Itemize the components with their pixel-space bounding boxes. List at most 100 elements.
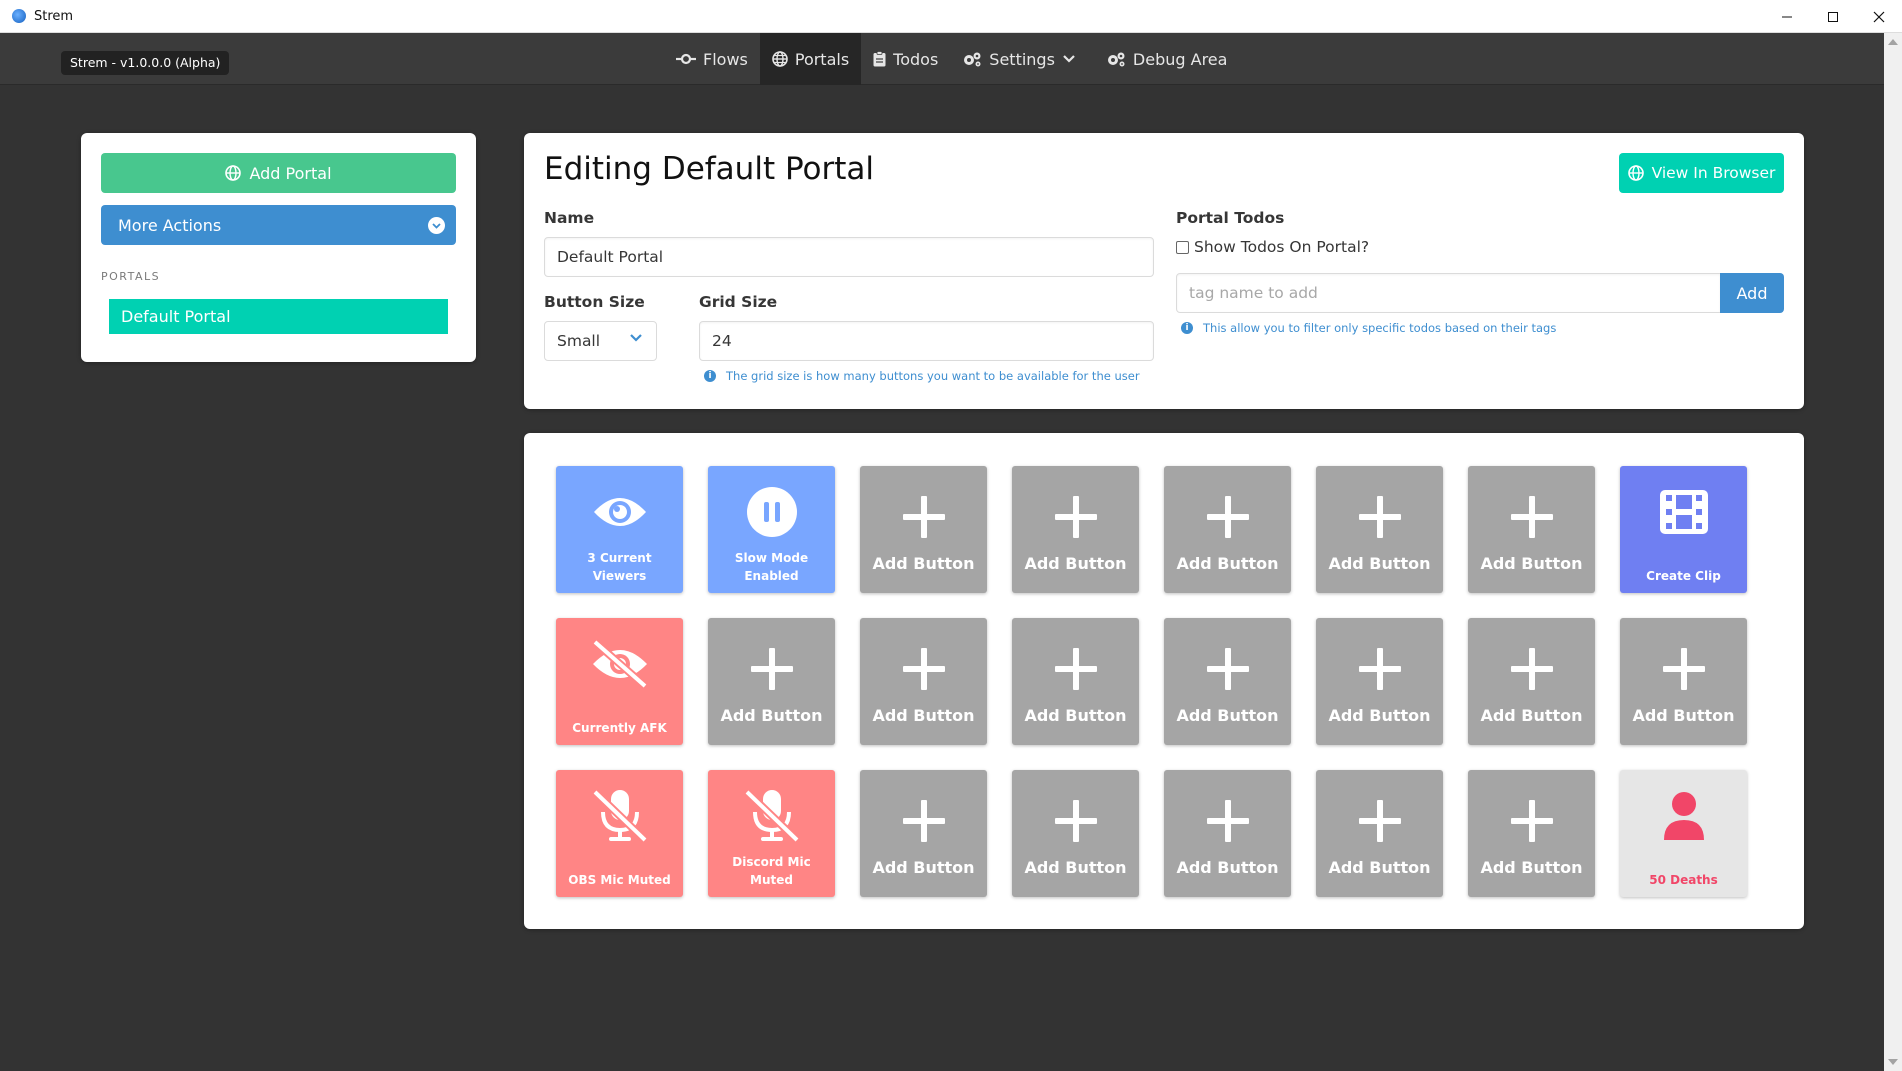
nav-item-settings[interactable]: Settings xyxy=(950,33,1094,85)
portal-button-grid: 3 Current Viewers Slow Mode Enabled Add Bu… xyxy=(524,433,1804,929)
vertical-scrollbar[interactable] xyxy=(1884,33,1902,1071)
view-in-browser-button[interactable]: View In Browser xyxy=(1619,153,1784,193)
plus-icon xyxy=(1662,648,1705,694)
nav-item-debug-area[interactable]: Debug Area xyxy=(1094,33,1240,85)
tile-label: Add Button xyxy=(1176,554,1279,573)
tile-label: Add Button xyxy=(1480,858,1583,877)
plus-icon xyxy=(1206,648,1249,694)
plus-icon xyxy=(750,648,793,694)
tile-label: Slow Mode Enabled xyxy=(734,551,809,583)
info-icon: i xyxy=(1181,322,1193,334)
user-icon xyxy=(1662,790,1706,842)
portal-button-tile[interactable]: 50 Deaths xyxy=(1620,770,1747,897)
tile-label: Add Button xyxy=(872,554,975,573)
add-button-tile[interactable]: Add Button xyxy=(1620,618,1747,745)
grid-size-label: Grid Size xyxy=(699,293,778,311)
maximize-icon xyxy=(1828,11,1838,22)
tag-help-text: This allow you to filter only specific t… xyxy=(1203,321,1557,335)
add-button-tile[interactable]: Add Button xyxy=(860,466,987,593)
add-button-tile[interactable]: Add Button xyxy=(1012,466,1139,593)
plus-icon xyxy=(1510,648,1553,694)
minimize-icon xyxy=(1782,16,1792,17)
button-size-select[interactable]: Small xyxy=(544,321,657,361)
plus-icon xyxy=(1206,496,1249,542)
nav-item-label: Debug Area xyxy=(1132,49,1228,69)
add-button-tile[interactable]: Add Button xyxy=(1316,618,1443,745)
nav-item-label: Settings xyxy=(989,49,1055,69)
tile-label: Add Button xyxy=(1328,706,1431,725)
tile-label: Discord Mic Muted xyxy=(732,855,811,887)
add-button-tile[interactable]: Add Button xyxy=(860,618,987,745)
plus-icon xyxy=(902,496,945,542)
nav-item-portals[interactable]: Portals xyxy=(759,33,862,85)
tile-label: Add Button xyxy=(1328,858,1431,877)
add-button-tile[interactable]: Add Button xyxy=(1468,618,1595,745)
add-button-tile[interactable]: Add Button xyxy=(1468,466,1595,593)
add-button-tile[interactable]: Add Button xyxy=(1012,618,1139,745)
add-button-tile[interactable]: Add Button xyxy=(1316,770,1443,897)
button-size-label: Button Size xyxy=(544,293,645,311)
plus-icon xyxy=(1510,800,1553,846)
chevron-down-icon xyxy=(630,334,642,342)
portal-list-item[interactable]: Default Portal xyxy=(109,299,448,334)
add-button-tile[interactable]: Add Button xyxy=(1316,466,1443,593)
show-todos-checkbox[interactable] xyxy=(1176,240,1189,254)
add-button-tile[interactable]: Add Button xyxy=(1164,618,1291,745)
mic-slash-icon xyxy=(589,789,651,843)
tag-name-input[interactable]: tag name to add xyxy=(1176,273,1721,313)
show-todos-checkbox-row[interactable]: Show Todos On Portal? xyxy=(1176,238,1369,256)
nav-item-label: Portals xyxy=(794,49,850,69)
tile-label: 3 Current Viewers xyxy=(587,551,652,583)
tile-label: Add Button xyxy=(1480,554,1583,573)
globe-icon xyxy=(772,51,788,67)
maximize-button[interactable] xyxy=(1810,0,1856,33)
portal-button-tile[interactable]: Create Clip xyxy=(1620,466,1747,593)
portal-button-tile[interactable]: Slow Mode Enabled xyxy=(708,466,835,593)
add-button-tile[interactable]: Add Button xyxy=(1164,466,1291,593)
add-button-tile[interactable]: Add Button xyxy=(1164,770,1291,897)
more-actions-dropdown[interactable]: More Actions xyxy=(101,205,456,245)
gears-icon xyxy=(1107,52,1125,67)
portal-button-tile[interactable]: Discord Mic Muted xyxy=(708,770,835,897)
page-title: Editing Default Portal xyxy=(544,151,875,187)
plus-icon xyxy=(1206,800,1249,846)
portals-section-label: PORTALS xyxy=(101,270,161,283)
tile-label: Add Button xyxy=(1024,858,1127,877)
plus-icon xyxy=(1054,496,1097,542)
more-actions-label: More Actions xyxy=(118,215,222,235)
top-navbar: Strem - v1.0.0.0 (Alpha) Flows Portals T… xyxy=(0,33,1884,85)
grid-size-input[interactable]: 24 xyxy=(699,321,1154,361)
tile-label: Add Button xyxy=(1176,858,1279,877)
portal-editor: Editing Default Portal View In Browser N… xyxy=(524,133,1804,409)
globe-icon xyxy=(1627,165,1644,181)
portal-button-tile[interactable]: Currently AFK xyxy=(556,618,683,745)
close-button[interactable] xyxy=(1856,0,1902,33)
portal-button-tile[interactable]: OBS Mic Muted xyxy=(556,770,683,897)
add-button-tile[interactable]: Add Button xyxy=(1468,770,1595,897)
add-portal-label: Add Portal xyxy=(249,163,332,183)
portal-button-tile[interactable]: 3 Current Viewers xyxy=(556,466,683,593)
add-button-tile[interactable]: Add Button xyxy=(1012,770,1139,897)
nav-item-todos[interactable]: Todos xyxy=(861,33,950,85)
eye-icon xyxy=(592,486,648,538)
add-tag-button[interactable]: Add xyxy=(1720,273,1784,313)
name-input[interactable]: Default Portal xyxy=(544,237,1154,277)
portal-todos-label: Portal Todos xyxy=(1176,209,1285,227)
minimize-button[interactable] xyxy=(1764,0,1810,33)
tile-label: 50 Deaths xyxy=(1649,873,1718,887)
plus-icon xyxy=(1358,496,1401,542)
scroll-down-icon[interactable] xyxy=(1888,1059,1898,1065)
button-size-value: Small xyxy=(557,332,601,350)
pause-circle-icon xyxy=(746,486,798,538)
plus-icon xyxy=(1054,648,1097,694)
scroll-up-icon[interactable] xyxy=(1888,39,1898,45)
nav-item-label: Todos xyxy=(893,49,939,69)
add-portal-button[interactable]: Add Portal xyxy=(101,153,456,193)
portals-sidebar: Add Portal More Actions PORTALS Default … xyxy=(81,133,476,362)
nav-item-label: Flows xyxy=(703,49,748,69)
add-button-tile[interactable]: Add Button xyxy=(708,618,835,745)
nav-item-flows[interactable]: Flows xyxy=(664,33,760,85)
tile-label: Add Button xyxy=(1024,554,1127,573)
tile-label: Add Button xyxy=(872,858,975,877)
add-button-tile[interactable]: Add Button xyxy=(860,770,987,897)
